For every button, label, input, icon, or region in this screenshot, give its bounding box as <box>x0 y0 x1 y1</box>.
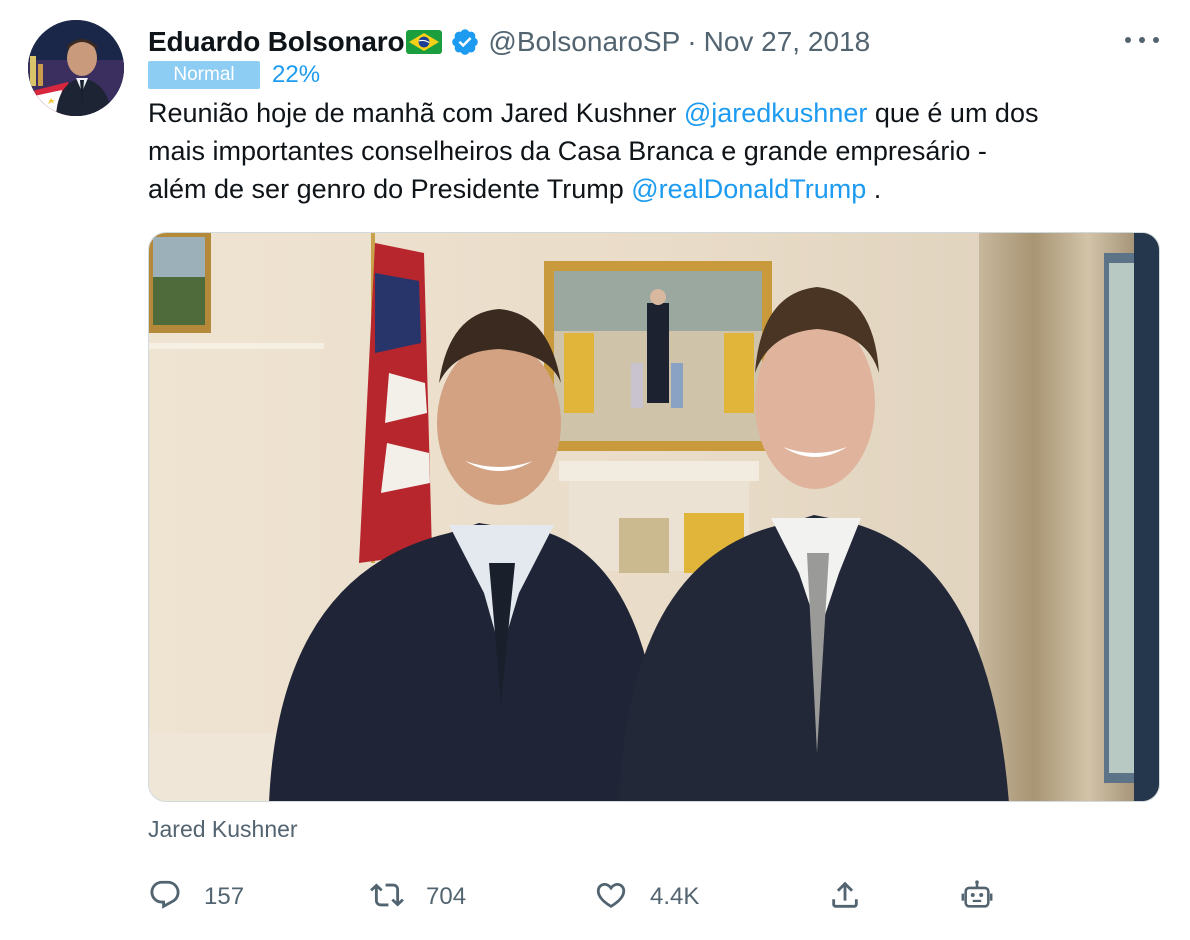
bot-check-button[interactable] <box>960 874 994 920</box>
retweet-count: 704 <box>426 883 467 910</box>
tweet-photo[interactable] <box>148 232 1160 802</box>
mention-link[interactable]: @jaredkushner <box>684 98 868 128</box>
verified-badge-icon <box>450 27 480 57</box>
tweet-text-line: além de ser genro do Presidente Trump @r… <box>148 170 1168 208</box>
author-name[interactable]: Eduardo Bolsonaro <box>148 26 405 58</box>
reply-icon <box>148 878 182 917</box>
tweet-text: Reunião hoje de manhã com Jared Kushner … <box>148 94 1168 208</box>
classification-percent: 22% <box>272 61 321 88</box>
reply-count: 157 <box>204 883 245 910</box>
tweet-text-segment: . <box>866 174 882 204</box>
tweet-date[interactable]: Nov 27, 2018 <box>704 26 871 58</box>
header-separator: · <box>687 26 697 57</box>
retweet-button[interactable]: 704 <box>370 874 466 920</box>
tweet-text-line: Reunião hoje de manhã com Jared Kushner … <box>148 94 1168 132</box>
tweet-text-line: mais importantes conselheiros da Casa Br… <box>148 132 1168 170</box>
like-count: 4.4K <box>650 883 700 910</box>
more-horizontal-icon <box>1125 37 1131 43</box>
share-button[interactable] <box>828 874 862 920</box>
mention-link[interactable]: @realDonaldTrump <box>631 174 866 204</box>
brazil-flag-icon <box>406 30 443 54</box>
tweet-actions: 157 704 4.4K <box>148 874 1008 920</box>
tagged-person-name[interactable]: Jared Kushner <box>148 816 298 843</box>
author-handle[interactable]: @BolsonaroSP <box>488 26 680 58</box>
like-button[interactable]: 4.4K <box>594 874 699 920</box>
author-avatar[interactable] <box>28 20 124 116</box>
classification-badge-row: Normal 22% <box>148 61 320 89</box>
classification-badge: Normal <box>148 61 260 89</box>
retweet-icon <box>370 878 404 917</box>
tweet-header: Eduardo Bolsonaro @BolsonaroSP · Nov 27,… <box>148 22 870 62</box>
more-options-button[interactable] <box>1125 28 1159 52</box>
tagged-people[interactable]: Jared Kushner <box>148 816 298 843</box>
tweet-text-segment: mais importantes conselheiros da Casa Br… <box>148 136 987 166</box>
reply-button[interactable]: 157 <box>148 874 244 920</box>
share-icon <box>828 878 862 917</box>
tweet-text-segment: além de ser genro do Presidente Trump <box>148 174 632 204</box>
robot-icon <box>960 878 994 917</box>
heart-icon <box>594 878 628 917</box>
tweet-text-segment: Reunião hoje de manhã com Jared Kushner <box>148 98 684 128</box>
tweet-text-segment: que é um dos <box>867 98 1039 128</box>
